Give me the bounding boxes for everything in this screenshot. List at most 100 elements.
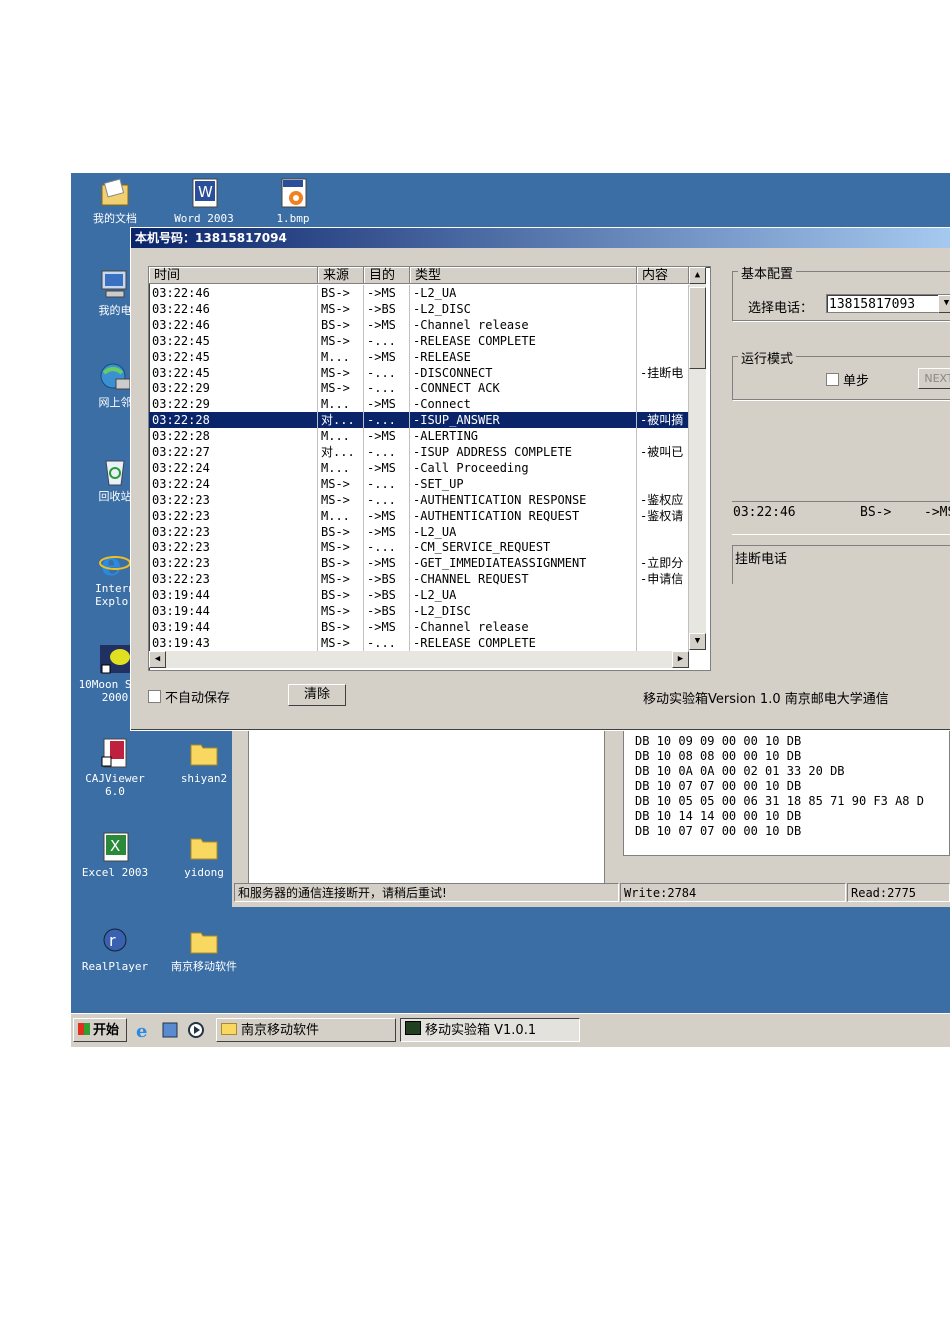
scroll-right-button[interactable]: ▶ xyxy=(672,651,689,668)
start-button[interactable]: 开始 xyxy=(73,1018,127,1042)
table-cell: 03:22:28 xyxy=(149,412,318,429)
table-row[interactable]: 03:22:24 M... ->MS -Call Proceeding xyxy=(149,459,689,476)
desktop-icon-realplayer[interactable]: r RealPlayer xyxy=(77,925,153,973)
desktop-icon-cajviewer[interactable]: CAJViewer 6.0 xyxy=(77,737,153,798)
table-cell: 03:22:46 xyxy=(149,300,318,317)
write-count: Write:2784 xyxy=(620,883,846,902)
desktop-icon-bmp[interactable]: 1.bmp xyxy=(255,177,331,225)
table-row[interactable]: 03:22:46 BS-> ->MS -Channel release xyxy=(149,316,689,333)
desktop-icon-nanjing-mobile[interactable]: 南京移动软件 xyxy=(166,925,242,973)
table-cell: M... xyxy=(318,396,364,413)
table-cell: -Connect xyxy=(410,396,637,413)
vertical-scrollbar[interactable]: ▲ ▼ xyxy=(689,267,706,650)
table-row[interactable]: 03:19:44 BS-> ->MS -Channel release xyxy=(149,618,689,635)
table-row[interactable]: 03:22:45 MS-> -... -RELEASE COMPLETE xyxy=(149,332,689,349)
table-cell: -鉴权应 xyxy=(637,491,689,508)
next-button[interactable]: NEXT xyxy=(918,368,950,389)
svg-text:X: X xyxy=(110,837,120,855)
dialog-title[interactable]: 本机号码：13815817094 xyxy=(131,228,950,248)
desktop-quicklaunch-icon[interactable] xyxy=(161,1021,179,1039)
table-row[interactable]: 03:22:45 M... ->MS -RELEASE xyxy=(149,348,689,365)
table-cell: MS-> xyxy=(318,364,364,381)
hex-line: DB 10 14 14 00 00 10 DB xyxy=(635,809,802,823)
table-row[interactable]: 03:22:45 MS-> -... -DISCONNECT -挂断电 xyxy=(149,364,689,381)
table-row[interactable]: 03:22:23 MS-> ->BS -CHANNEL REQUEST -申请信 xyxy=(149,571,689,588)
table-cell: -Call Proceeding xyxy=(410,459,637,476)
table-cell: ->MS xyxy=(364,555,410,572)
table-row[interactable]: 03:22:29 MS-> -... -CONNECT ACK xyxy=(149,380,689,397)
table-row[interactable]: 03:22:29 M... ->MS -Connect xyxy=(149,396,689,413)
column-header-source[interactable]: 来源 xyxy=(318,267,364,284)
column-header-time[interactable]: 时间 xyxy=(149,267,318,284)
table-cell: M... xyxy=(318,507,364,524)
table-cell: 03:22:29 xyxy=(149,380,318,397)
table-cell: 03:22:45 xyxy=(149,332,318,349)
desktop-icon-yidong[interactable]: yidong xyxy=(166,831,242,879)
table-cell: ->MS xyxy=(364,428,410,445)
table-cell: -SET_UP xyxy=(410,475,637,492)
recycle-bin-icon xyxy=(98,455,132,487)
desktop-icon-word[interactable]: W Word 2003 xyxy=(166,177,242,225)
basic-config-label: 基本配置 xyxy=(738,263,797,282)
checkbox-box[interactable] xyxy=(826,373,839,386)
select-phone-dropdown[interactable]: 13815817093 xyxy=(826,294,950,313)
horizontal-scrollbar[interactable]: ◀ ▶ xyxy=(149,651,689,668)
table-row[interactable]: 03:22:28 M... ->MS -ALERTING xyxy=(149,428,689,445)
table-cell: MS-> xyxy=(318,491,364,508)
bmp-file-icon xyxy=(276,177,310,209)
message-log-table[interactable]: 时间 来源 目的 类型 内容 03:22:46 BS-> ->MS -L2_UA 03:… xyxy=(148,266,711,671)
hex-line: DB 10 07 07 00 00 10 DB xyxy=(635,824,802,838)
hex-panel: DB 10 09 09 00 00 10 DB DB 10 08 08 00 0… xyxy=(623,730,950,856)
scroll-left-button[interactable]: ◀ xyxy=(149,651,166,668)
scroll-up-button[interactable]: ▲ xyxy=(689,267,706,284)
column-header-type[interactable]: 类型 xyxy=(410,267,637,284)
table-row[interactable]: 03:19:44 MS-> ->BS -L2_DISC xyxy=(149,603,689,619)
column-header-content[interactable]: 内容 xyxy=(637,267,689,284)
svg-text:r: r xyxy=(109,931,116,950)
taskbar-button-app[interactable]: 移动实验箱 V1.0.1 xyxy=(400,1018,580,1042)
media-quicklaunch-icon[interactable] xyxy=(187,1021,205,1039)
desktop-icon-my-documents[interactable]: 我的文档 xyxy=(77,177,153,225)
table-row[interactable]: 03:22:27 对... -... -ISUP ADDRESS COMPLETE -被… xyxy=(149,444,689,460)
table-cell: 03:22:45 xyxy=(149,364,318,381)
table-cell: -RELEASE COMPLETE xyxy=(410,332,637,349)
table-row[interactable]: 03:22:24 MS-> -... -SET_UP xyxy=(149,475,689,492)
table-row[interactable]: 03:22:23 BS-> ->MS -GET_IMMEDIATEASSIGNMENT… xyxy=(149,555,689,572)
realplayer-icon: r xyxy=(98,925,132,957)
table-cell: -... xyxy=(364,444,410,460)
desktop-icon-shiyan2[interactable]: shiyan2 xyxy=(166,737,242,785)
table-cell: BS-> xyxy=(318,285,364,301)
table-row[interactable]: 03:22:23 M... ->MS -AUTHENTICATION REQUEST -… xyxy=(149,507,689,524)
clear-button[interactable]: 清除 xyxy=(288,684,346,706)
last-message-desc-panel: 挂断电话 xyxy=(732,545,950,584)
table-row[interactable]: 03:22:46 BS-> ->MS -L2_UA xyxy=(149,285,689,301)
scroll-down-button[interactable]: ▼ xyxy=(689,633,706,650)
table-row[interactable]: 03:22:23 BS-> ->MS -L2_UA xyxy=(149,523,689,540)
last-message-time: 03:22:46 xyxy=(733,505,796,520)
table-cell: -ISUP ADDRESS COMPLETE xyxy=(410,444,637,460)
checkbox-box[interactable] xyxy=(148,690,161,703)
chevron-down-icon[interactable]: ▼ xyxy=(938,295,950,313)
table-cell: ->MS xyxy=(364,523,410,540)
table-row[interactable]: 03:19:44 BS-> ->BS -L2_UA xyxy=(149,587,689,604)
column-header-destination[interactable]: 目的 xyxy=(364,267,410,284)
table-row[interactable]: 03:22:28 对... -... -ISUP_ANSWER -被叫摘 xyxy=(149,412,689,429)
table-row[interactable]: 03:22:46 MS-> ->BS -L2_DISC xyxy=(149,300,689,317)
autosave-checkbox[interactable]: 不自动保存 xyxy=(148,687,230,706)
scroll-thumb[interactable] xyxy=(689,287,706,369)
ie-quicklaunch-icon[interactable]: e xyxy=(135,1021,153,1042)
version-text: 移动实验箱Version 1.0 南京邮电大学通信 xyxy=(643,692,889,707)
table-cell: ->BS xyxy=(364,300,410,317)
table-cell: 03:22:23 xyxy=(149,507,318,524)
table-cell: 03:22:23 xyxy=(149,571,318,588)
taskbar-button-folder[interactable]: 南京移动软件 xyxy=(216,1018,396,1042)
table-row[interactable]: 03:19:43 MS-> -... -RELEASE COMPLETE xyxy=(149,634,689,651)
desktop-icon-excel[interactable]: X Excel 2003 xyxy=(77,831,153,879)
table-cell: -Channel release xyxy=(410,618,637,635)
table-cell: -RELEASE xyxy=(410,348,637,365)
single-step-checkbox[interactable]: 单步 xyxy=(826,370,869,389)
table-row[interactable]: 03:22:23 MS-> -... -CM_SERVICE_REQUEST xyxy=(149,539,689,556)
table-cell xyxy=(637,396,689,413)
table-cell: -鉴权请 xyxy=(637,507,689,524)
table-row[interactable]: 03:22:23 MS-> -... -AUTHENTICATION RESPONSE… xyxy=(149,491,689,508)
